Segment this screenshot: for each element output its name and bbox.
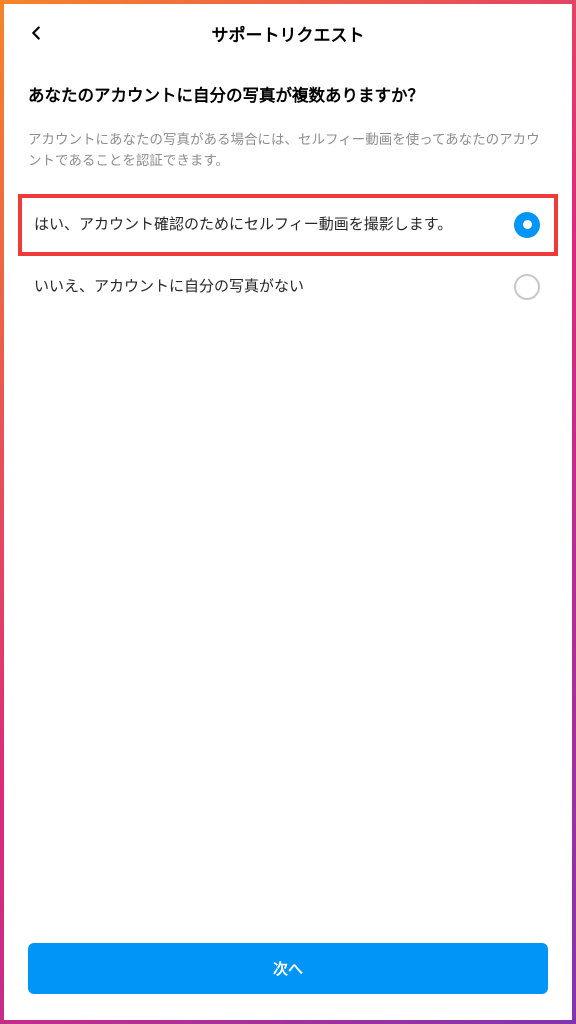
option-no-photos[interactable]: いいえ、アカウントに自分の写真がない: [28, 256, 548, 318]
option-label: はい、アカウント確認のためにセルフィー動画を撮影します。: [34, 213, 502, 236]
chevron-left-icon: [25, 22, 47, 44]
header: サポートリクエスト: [4, 4, 572, 62]
question-description: アカウントにあなたの写真がある場合には、セルフィー動画を使ってあなたのアカウント…: [28, 129, 548, 172]
next-button[interactable]: 次へ: [28, 943, 548, 994]
page-title: サポートリクエスト: [212, 21, 365, 46]
content: あなたのアカウントに自分の写真が複数ありますか？ アカウントにあなたの写真がある…: [4, 62, 572, 943]
question-title: あなたのアカウントに自分の写真が複数ありますか？: [28, 84, 548, 109]
footer: 次へ: [4, 943, 572, 1020]
radio-selected-icon: [514, 212, 540, 238]
back-button[interactable]: [22, 19, 50, 47]
radio-unselected-icon: [514, 274, 540, 300]
app-container: サポートリクエスト あなたのアカウントに自分の写真が複数ありますか？ アカウント…: [4, 4, 572, 1020]
option-label: いいえ、アカウントに自分の写真がない: [34, 275, 502, 298]
option-yes-selfie[interactable]: はい、アカウント確認のためにセルフィー動画を撮影します。: [18, 194, 558, 256]
